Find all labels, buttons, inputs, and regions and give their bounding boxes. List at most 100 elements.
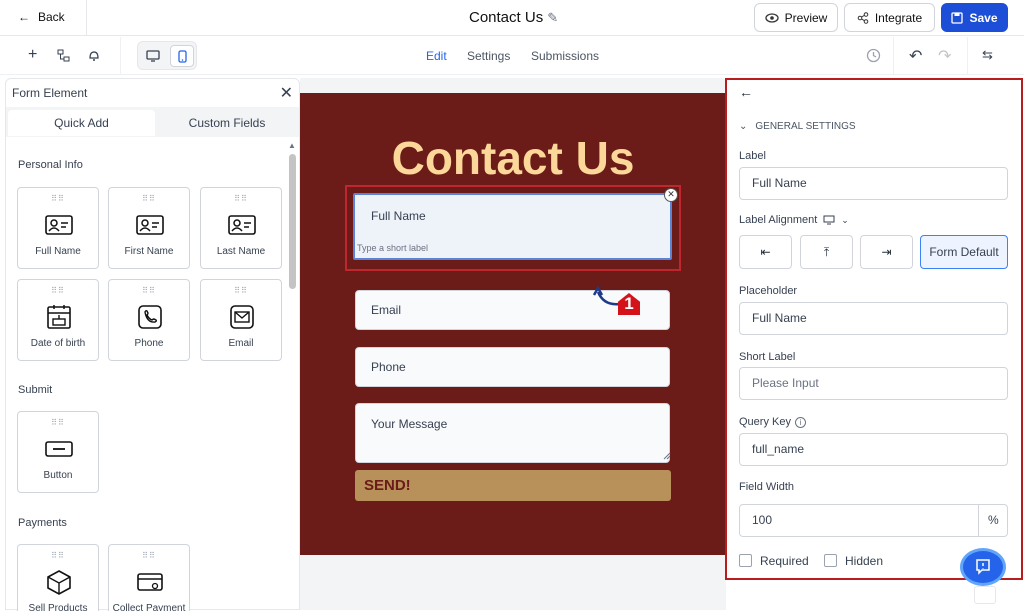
- placeholder-input[interactable]: Full Name: [739, 302, 1008, 335]
- drag-handle-icon: ⠿⠿: [51, 551, 65, 560]
- query-key-input[interactable]: full_name: [739, 433, 1008, 466]
- tab-settings[interactable]: Settings: [467, 49, 510, 63]
- element-last-name[interactable]: ⠿⠿ Last Name: [200, 187, 282, 269]
- panel-title: Form Element: [12, 86, 88, 100]
- divider: [893, 37, 894, 75]
- history-icon[interactable]: [866, 48, 881, 63]
- undo-icon[interactable]: ↶: [909, 46, 922, 66]
- form-title[interactable]: Contact Us ✎: [469, 9, 558, 26]
- placeholder-title: Placeholder: [739, 285, 798, 297]
- id-card-icon: [228, 215, 256, 235]
- field-settings-panel: ← ⌄ GENERAL SETTINGS Label Full Name Lab…: [725, 78, 1023, 580]
- align-right-button[interactable]: ⇥: [860, 235, 913, 269]
- align-top-icon: ⤒: [823, 244, 830, 259]
- eye-icon: [765, 12, 779, 23]
- monitor-icon[interactable]: [823, 215, 835, 225]
- sliders-icon[interactable]: ⇆: [982, 47, 993, 63]
- tab-submissions[interactable]: Submissions: [531, 49, 599, 63]
- help-chat-button[interactable]: [960, 548, 1006, 586]
- element-phone[interactable]: ⠿⠿ Phone: [108, 279, 190, 361]
- plus-icon[interactable]: +: [28, 46, 37, 64]
- query-key-header: Query Key i: [739, 416, 806, 428]
- pencil-icon[interactable]: ✎: [547, 10, 558, 26]
- phone-icon: [138, 305, 162, 329]
- field-width-title: Field Width: [739, 481, 795, 493]
- resize-handle-icon[interactable]: [663, 452, 671, 460]
- device-toggle: [137, 41, 197, 70]
- remove-field-icon[interactable]: ✕: [664, 188, 678, 202]
- align-left-button[interactable]: ⇤: [739, 235, 792, 269]
- editor-toolbar: + Edit Settings Submissions ↶ ↷ ⇆: [0, 37, 1024, 75]
- arrow-left-icon[interactable]: ←: [739, 84, 753, 100]
- close-icon[interactable]: ✕: [280, 83, 293, 103]
- save-button[interactable]: Save: [941, 3, 1008, 32]
- preview-label: Preview: [784, 10, 828, 25]
- element-first-name[interactable]: ⠿⠿ First Name: [108, 187, 190, 269]
- element-sell-products[interactable]: ⠿⠿ Sell Products: [17, 544, 99, 611]
- integrate-button[interactable]: Integrate: [844, 3, 935, 32]
- align-top-button[interactable]: ⤒: [800, 235, 853, 269]
- required-label: Required: [760, 554, 809, 568]
- mobile-icon: [177, 49, 187, 63]
- short-label-title: Short Label: [739, 351, 796, 363]
- label-input[interactable]: Full Name: [739, 167, 1008, 200]
- button-icon: [45, 441, 73, 457]
- short-label-input[interactable]: Please Input: [739, 367, 1008, 400]
- send-button[interactable]: SEND!: [355, 470, 671, 501]
- form-heading[interactable]: Contact Us: [300, 131, 726, 185]
- field-width-input[interactable]: 100: [739, 504, 979, 537]
- required-checkbox[interactable]: [739, 554, 752, 567]
- drag-handle-icon: ⠿⠿: [142, 286, 156, 295]
- floppy-disk-icon: [951, 11, 964, 24]
- mini-toggle[interactable]: [974, 586, 996, 604]
- element-button[interactable]: ⠿⠿ Button: [17, 411, 99, 493]
- back-button[interactable]: ← Back: [18, 10, 65, 24]
- section-header[interactable]: ⌄ GENERAL SETTINGS: [739, 121, 856, 132]
- tab-custom-fields[interactable]: Custom Fields: [155, 110, 299, 136]
- tab-quick-add[interactable]: Quick Add: [8, 110, 155, 136]
- align-right-icon: ⇥: [881, 245, 892, 259]
- redo-icon[interactable]: ↷: [938, 46, 951, 66]
- layers-icon[interactable]: [57, 49, 70, 62]
- bell-icon[interactable]: [88, 49, 100, 62]
- mobile-view-button[interactable]: [170, 45, 194, 67]
- element-full-name[interactable]: ⠿⠿ Full Name: [17, 187, 99, 269]
- phone-field[interactable]: Phone: [355, 347, 670, 387]
- element-label: Email: [228, 338, 254, 349]
- credit-card-icon: [137, 573, 163, 591]
- info-icon[interactable]: i: [794, 416, 806, 428]
- align-form-default-button[interactable]: Form Default: [920, 235, 1008, 269]
- element-label: Phone: [134, 338, 164, 349]
- section-title: Submit: [18, 384, 53, 396]
- desktop-view-button[interactable]: [141, 45, 165, 67]
- drag-handle-icon: ⠿⠿: [234, 194, 248, 203]
- hidden-label: Hidden: [845, 554, 884, 568]
- full-name-field[interactable]: Full Name Type a short label: [353, 193, 672, 260]
- element-label: Button: [43, 470, 73, 481]
- package-icon: [47, 570, 71, 595]
- preview-button[interactable]: Preview: [754, 3, 838, 32]
- divider: [120, 37, 121, 75]
- hidden-checkbox[interactable]: [824, 554, 837, 567]
- tab-edit[interactable]: Edit: [426, 49, 447, 63]
- chevron-down-icon[interactable]: ⌄: [841, 215, 849, 226]
- element-email[interactable]: ⠿⠿ Email: [200, 279, 282, 361]
- scroll-up-icon[interactable]: ▲: [288, 141, 296, 150]
- scrollbar[interactable]: [289, 154, 296, 289]
- form-canvas: Contact Us Full Name Type a short label …: [300, 78, 726, 610]
- id-card-icon: [45, 215, 73, 235]
- element-collect-payment[interactable]: ⠿⠿ Collect Payment: [108, 544, 190, 611]
- share-icon: [857, 11, 869, 24]
- field-label: Full Name: [371, 209, 426, 223]
- chat-bubble-icon: [976, 559, 990, 575]
- element-label: First Name: [124, 246, 174, 257]
- alignment-title: Label Alignment: [739, 214, 818, 226]
- save-label: Save: [969, 10, 998, 25]
- panel-tabs: Quick Add Custom Fields: [6, 107, 299, 137]
- drag-handle-icon: ⠿⠿: [51, 418, 65, 427]
- message-field[interactable]: Your Message: [355, 403, 670, 463]
- integrate-label: Integrate: [874, 10, 923, 25]
- back-label: Back: [38, 10, 65, 24]
- element-date-of-birth[interactable]: ⠿⠿ Date of birth: [17, 279, 99, 361]
- label-title: Label: [739, 150, 766, 162]
